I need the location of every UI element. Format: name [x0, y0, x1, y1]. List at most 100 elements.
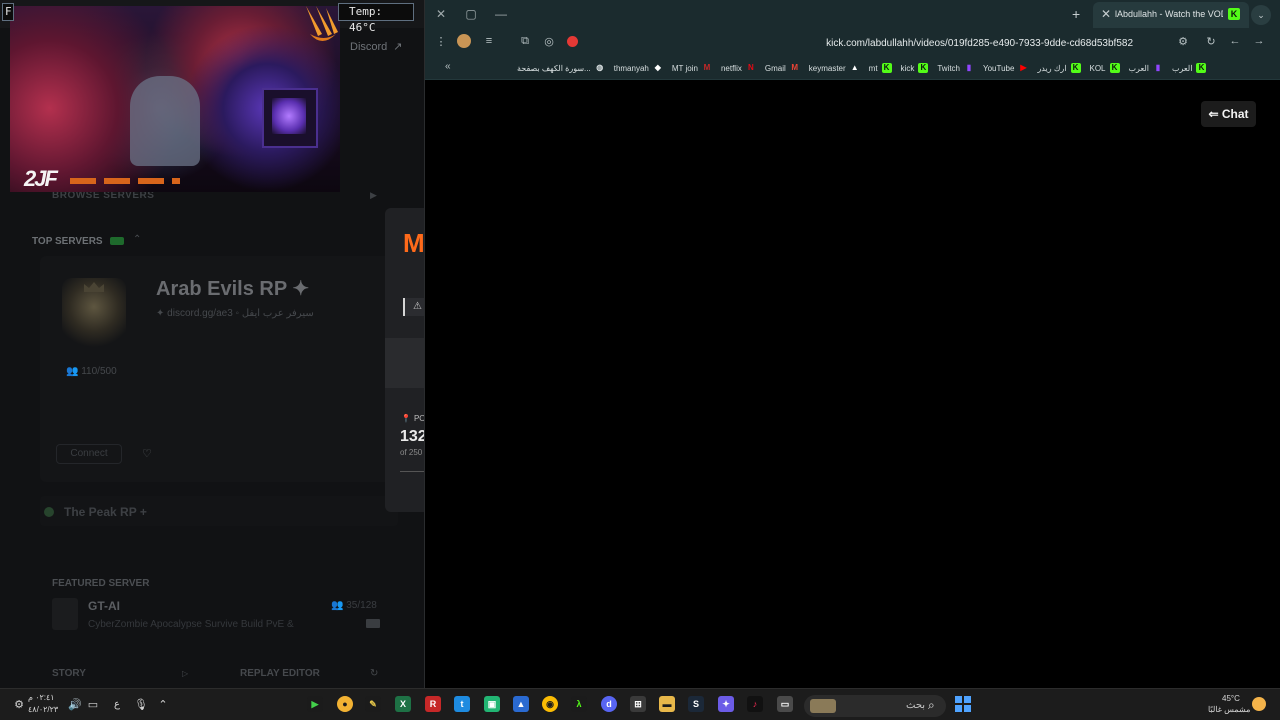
rockstar-icon[interactable]: R — [425, 696, 441, 712]
bookmark-item[interactable]: Gmail M — [765, 63, 800, 73]
input-language[interactable]: ع — [114, 699, 120, 710]
featured-server-heading: FEATURED SERVER — [52, 578, 150, 589]
weather-temperature[interactable]: 45°C — [1222, 694, 1240, 703]
bookmark-item[interactable]: thmanyah ◆ — [614, 63, 663, 73]
weather-description[interactable]: مشمس غالبًا — [1208, 705, 1250, 714]
bookmark-item[interactable]: netflix N — [721, 63, 756, 73]
android-studio-icon[interactable]: ▣ — [484, 696, 500, 712]
pin-icon: 📍 — [401, 414, 411, 423]
clock-time[interactable]: ٠٢:٤١ م — [28, 693, 55, 702]
reload-icon[interactable]: ↻ — [1203, 35, 1219, 48]
bookmark-item[interactable]: YouTube ▶ — [983, 63, 1028, 73]
taskbar-search[interactable]: بحث ⌕ — [804, 695, 946, 717]
start-button[interactable] — [955, 696, 971, 712]
video-player[interactable] — [425, 81, 1280, 688]
gmail-icon: M — [791, 63, 799, 72]
chrome-icon[interactable]: ◉ — [542, 696, 558, 712]
close-tab-icon[interactable]: ✕ — [1101, 7, 1111, 21]
heart-icon[interactable]: ♡ — [142, 447, 152, 460]
restore-window-icon[interactable]: ▢ — [463, 7, 479, 21]
players-value: 110/500 — [81, 366, 117, 377]
bookmark-item[interactable]: Twitch ▮ — [937, 63, 974, 73]
bookmark-item[interactable]: ارك ريدر K — [1037, 63, 1081, 73]
bookmark-label: mt — [868, 63, 878, 73]
tab-kick-vod[interactable]: ✕ lAbdullahh - Watch the VOD K — [1093, 2, 1249, 28]
discord-icon[interactable]: d — [601, 696, 617, 712]
tiktok-icon[interactable]: ♪ — [747, 696, 763, 712]
store-icon[interactable]: ⊞ — [630, 696, 646, 712]
bookmark-label: Twitch — [937, 63, 960, 73]
app-play-icon[interactable]: ▶ — [307, 696, 323, 712]
bookmark-label: netflix — [720, 63, 742, 73]
reading-list-icon[interactable]: ≡ — [481, 35, 497, 47]
photos-icon[interactable]: ▲ — [513, 696, 529, 712]
tray-overflow-icon[interactable]: ⌃ — [156, 698, 170, 711]
warning-icon: ⚠ — [403, 298, 424, 316]
featured-players-value: 35/128 — [346, 600, 377, 611]
app-pen-icon[interactable]: ✎ — [365, 696, 381, 712]
server-name: The Peak RP + — [64, 505, 147, 519]
bookmark-label: thmanyah — [613, 63, 649, 73]
story-button[interactable]: STORY — [52, 668, 86, 679]
external-link-icon: ↗ — [393, 41, 403, 53]
lambda-icon[interactable]: λ — [571, 696, 587, 712]
bookmark-item[interactable]: KOL K — [1090, 63, 1120, 73]
copilot-icon[interactable]: ✦ — [718, 696, 734, 712]
weather-sun-icon[interactable] — [1252, 697, 1266, 711]
window-switch-icon[interactable]: ▭ — [777, 696, 793, 712]
chat-arrow-icon: ⇐ — [1208, 107, 1222, 121]
bookmark-item[interactable]: العرب ▮ — [1129, 63, 1163, 73]
bookmark-item[interactable]: سورة الكهف بصفحة... ◍ — [517, 63, 605, 73]
replay-editor-button[interactable]: REPLAY EDITOR — [240, 668, 320, 679]
featured-server-title[interactable]: GT-AI — [88, 599, 120, 613]
game-launcher-window: Discord ↗ BROWSE SERVERS ▶ TOP SERVERS ⌃ … — [0, 0, 424, 688]
close-window-icon[interactable]: ✕ — [433, 7, 449, 21]
bookmark-item[interactable]: kick K — [901, 63, 929, 73]
clock-date[interactable]: ٤٨/٠٢/٢٣ — [28, 705, 58, 714]
connect-button[interactable]: Connect — [56, 444, 122, 464]
netflix-icon: N — [747, 63, 754, 72]
network-icon[interactable]: ▭ — [86, 698, 100, 711]
live-badge — [110, 237, 124, 245]
minimize-window-icon[interactable]: — — [493, 7, 509, 21]
extensions-icon[interactable]: ⧉ — [517, 35, 533, 48]
address-bar[interactable]: kick.com/labdullahh/videos/019fd285-e490… — [595, 32, 1193, 54]
chevron-up-icon[interactable]: ⌃ — [133, 234, 141, 245]
twitch-icon: ▮ — [966, 63, 972, 72]
volume-icon[interactable]: 🔊 — [68, 698, 82, 711]
search-highlight-image — [810, 699, 836, 713]
poll-total: of 250 — [400, 448, 423, 457]
twitter-icon[interactable]: t — [454, 696, 470, 712]
chat-toggle-button[interactable]: ⇐ Chat — [1201, 101, 1256, 127]
tab-search-icon[interactable]: ⌄ — [1251, 5, 1271, 25]
microphone-icon[interactable]: 🎙 — [134, 698, 148, 711]
more-bookmarks-icon[interactable]: « — [445, 61, 451, 72]
back-icon[interactable]: → — [1251, 35, 1267, 47]
bookmark-item[interactable]: keymaster ▲ — [809, 63, 860, 73]
app-yellow-icon[interactable]: ● — [337, 696, 353, 712]
forward-icon[interactable]: ← — [1227, 35, 1243, 47]
bookmark-item[interactable]: العرب K — [1172, 63, 1207, 73]
featured-server-logo — [52, 598, 78, 630]
settings-icon[interactable]: ⚙ — [12, 698, 26, 711]
discord-link[interactable]: Discord ↗ — [350, 40, 403, 53]
new-tab-icon[interactable]: + — [1072, 6, 1080, 22]
menu-dots-icon[interactable]: ⋮ — [433, 35, 449, 48]
tab-strip: ✕ ▢ — + ✕ lAbdullahh - Watch the VOD K ⌄ — [425, 0, 1280, 30]
profile-avatar[interactable] — [457, 34, 471, 48]
flag-icon — [366, 619, 380, 628]
globe-icon: ◍ — [596, 63, 604, 72]
excel-icon[interactable]: X — [395, 696, 411, 712]
bookmark-item[interactable]: mt K — [869, 63, 892, 73]
site-settings-icon[interactable]: ⚙ — [1175, 35, 1191, 48]
bookmark-label: keymaster — [808, 63, 846, 73]
steam-icon[interactable]: S — [688, 696, 704, 712]
incognito-icon[interactable]: ◎ — [541, 35, 557, 48]
streamer-logo: 2JF — [24, 166, 58, 191]
bookmark-item[interactable]: MT join M — [672, 63, 712, 73]
adblock-icon[interactable] — [567, 36, 578, 47]
taskbar: ⚙ ٠٢:٤١ م ٤٨/٠٢/٢٣ 🔊 ▭ ع 🎙 ⌃ ▶ ● ✎ X R t… — [0, 688, 1280, 720]
file-explorer-icon[interactable]: ▬ — [659, 696, 675, 712]
desktop: Discord ↗ BROWSE SERVERS ▶ TOP SERVERS ⌃ … — [0, 0, 1280, 720]
kick-icon: K — [1196, 63, 1207, 73]
